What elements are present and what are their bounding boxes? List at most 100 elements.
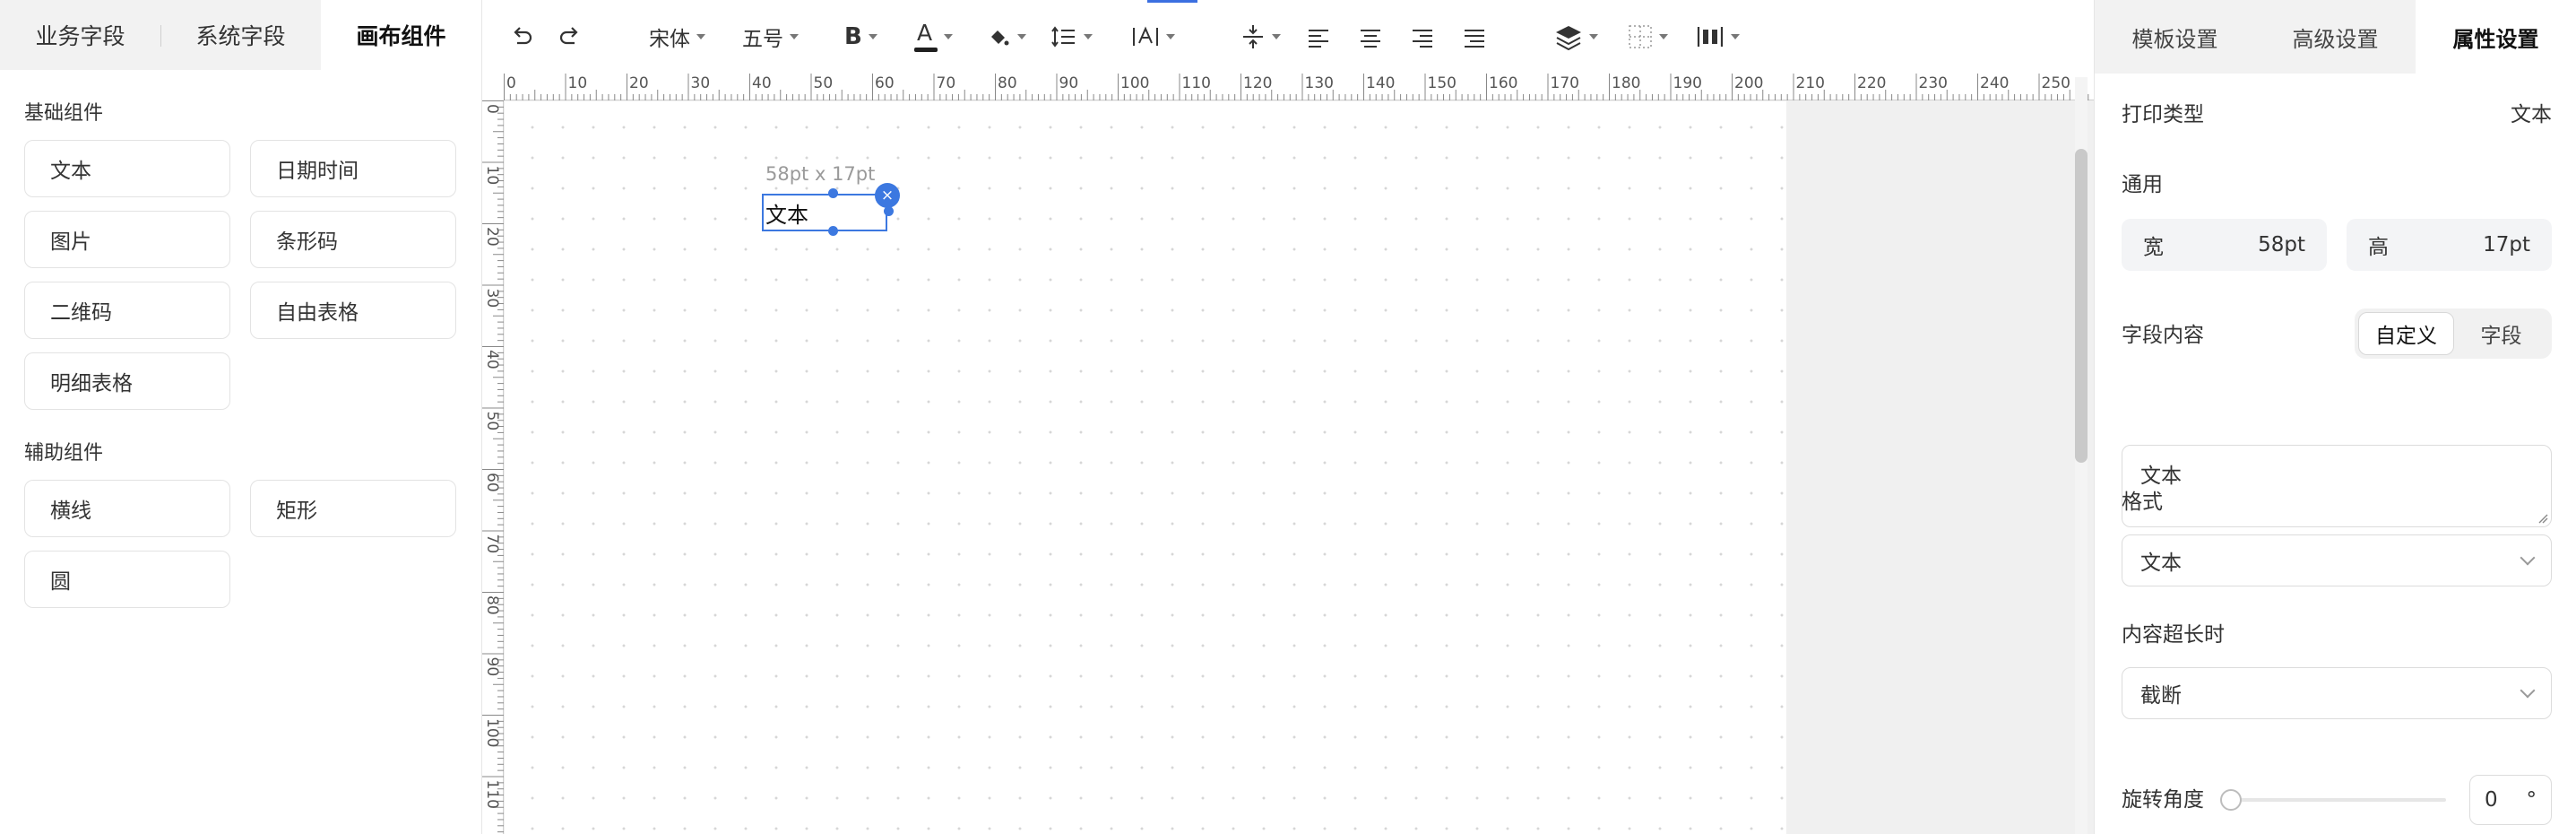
ruler-top-label: 70 xyxy=(937,74,956,92)
rotation-slider-handle[interactable] xyxy=(2220,789,2242,811)
component-rect-button[interactable]: 矩形 xyxy=(250,480,456,537)
ruler-left-label: 90 xyxy=(483,657,501,677)
ruler-top-label: 40 xyxy=(752,74,772,92)
align-right-button[interactable] xyxy=(1411,21,1434,56)
resize-handle-bottom[interactable] xyxy=(828,226,838,236)
font-size-select[interactable]: 五号 xyxy=(742,19,799,55)
ruler-top-label: 50 xyxy=(814,74,834,92)
align-center-icon xyxy=(1361,30,1380,48)
ruler-left-label: 60 xyxy=(483,473,501,492)
component-datetime-button[interactable]: 日期时间 xyxy=(250,140,456,197)
ruler-top-label: 190 xyxy=(1673,74,1702,92)
rotation-slider-track[interactable] xyxy=(2231,798,2446,802)
redo-button[interactable] xyxy=(558,19,583,55)
canvas-scrollbar[interactable] xyxy=(2075,77,2088,834)
font-color-icon: A xyxy=(914,20,938,52)
content-mode-toggle: 自定义 字段 xyxy=(2355,308,2552,359)
element-size-label: 58pt x 17pt xyxy=(765,163,876,185)
component-image-button[interactable]: 图片 xyxy=(24,211,230,268)
paint-bucket-icon xyxy=(991,30,1009,46)
chevron-down-icon xyxy=(1084,34,1093,39)
distribute-button[interactable] xyxy=(1696,19,1740,55)
component-barcode-button[interactable]: 条形码 xyxy=(250,211,456,268)
component-line-button[interactable]: 横线 xyxy=(24,480,230,537)
font-size-value: 五号 xyxy=(742,28,783,51)
ruler-top-label: 170 xyxy=(1551,74,1579,92)
bold-button[interactable]: B xyxy=(844,19,877,55)
ruler-top-label: 210 xyxy=(1796,74,1825,92)
height-label: 高 xyxy=(2368,236,2389,259)
overflow-select[interactable]: 截断 xyxy=(2122,667,2552,719)
align-left-button[interactable] xyxy=(1307,21,1330,56)
ruler-left-label: 30 xyxy=(483,289,501,308)
component-circle-button[interactable]: 圆 xyxy=(24,551,230,608)
distribute-icon xyxy=(1697,27,1724,47)
align-center-button[interactable] xyxy=(1359,21,1382,56)
ruler-top-label: 110 xyxy=(1182,74,1211,92)
ruler-top: 0 10 20 30 40 50 60 70 80 90 100 110 120 130 140 150 160… xyxy=(504,74,2094,100)
ruler-top-label: 180 xyxy=(1612,74,1640,92)
undo-icon xyxy=(514,27,532,45)
format-label: 格式 xyxy=(2122,491,2163,514)
ruler-top-label: 200 xyxy=(1734,74,1763,92)
ruler-left-scale: 0 10 20 30 40 50 60 70 80 90 100 110 xyxy=(482,100,504,833)
ruler-top-scale: 0 10 20 30 40 50 60 70 80 90 100 110 120 130 140 150 160… xyxy=(504,74,2089,100)
height-field[interactable]: 高 17pt xyxy=(2347,219,2552,271)
fill-color-button[interactable] xyxy=(986,19,1026,55)
canvas-text-element[interactable]: 文本 xyxy=(762,194,887,231)
ruler-left-label: 100 xyxy=(483,718,501,747)
layer-button[interactable] xyxy=(1554,19,1598,55)
ruler-top-label: 240 xyxy=(1980,74,2009,92)
tab-business-fields[interactable]: 业务字段 xyxy=(0,0,160,70)
vertical-align-button[interactable] xyxy=(1240,19,1281,55)
rotation-input[interactable]: 0 ° xyxy=(2469,775,2552,825)
border-button[interactable] xyxy=(1628,19,1668,55)
ruler-top-label: 230 xyxy=(1919,74,1948,92)
component-free-table-button[interactable]: 自由表格 xyxy=(250,282,456,339)
ruler-top-label: 250 xyxy=(2042,74,2070,92)
format-select[interactable]: 文本 xyxy=(2122,534,2552,586)
component-text-button[interactable]: 文本 xyxy=(24,140,230,197)
rotation-label: 旋转角度 xyxy=(2122,788,2204,812)
tab-canvas-components[interactable]: 画布组件 xyxy=(321,0,481,70)
undo-button[interactable] xyxy=(509,19,534,55)
width-field[interactable]: 宽 58pt xyxy=(2122,219,2327,271)
letter-spacing-button[interactable] xyxy=(1131,19,1175,55)
height-value: 17pt xyxy=(2483,233,2530,256)
ruler-left-label: 80 xyxy=(483,595,501,615)
tab-property-settings[interactable]: 属性设置 xyxy=(2416,0,2576,74)
font-color-button[interactable]: A xyxy=(914,19,953,55)
chevron-down-icon xyxy=(1166,34,1175,39)
align-justify-icon xyxy=(1465,30,1484,48)
component-detail-table-button[interactable]: 明细表格 xyxy=(24,352,230,410)
tab-advanced-settings[interactable]: 高级设置 xyxy=(2255,0,2416,74)
content-mode-custom[interactable]: 自定义 xyxy=(2358,312,2454,355)
resize-handle-top[interactable] xyxy=(828,188,838,198)
tab-system-fields[interactable]: 系统字段 xyxy=(160,0,321,70)
ruler-left-label: 110 xyxy=(483,780,501,809)
aux-components-title: 辅助组件 xyxy=(24,442,104,465)
content-mode-field[interactable]: 字段 xyxy=(2454,312,2548,355)
format-select-value: 文本 xyxy=(2140,552,2182,575)
element-delete-button[interactable]: × xyxy=(875,183,900,208)
align-left-icon xyxy=(1309,30,1328,48)
align-right-icon xyxy=(1413,30,1432,48)
ruler-left-label: 50 xyxy=(483,412,501,431)
field-content-label: 字段内容 xyxy=(2122,324,2204,347)
font-family-value: 宋体 xyxy=(649,28,690,51)
font-family-select[interactable]: 宋体 xyxy=(649,19,705,55)
vertical-center-icon xyxy=(1243,25,1263,48)
bold-icon: B xyxy=(844,23,862,50)
overflow-select-value: 截断 xyxy=(2140,684,2182,708)
tab-template-settings[interactable]: 模板设置 xyxy=(2095,0,2255,74)
canvas-paper[interactable] xyxy=(505,101,1786,834)
print-type-row: 打印类型 文本 xyxy=(2122,97,2552,129)
component-qrcode-button[interactable]: 二维码 xyxy=(24,282,230,339)
ruler-top-label: 130 xyxy=(1305,74,1334,92)
chevron-down-icon xyxy=(1017,34,1026,39)
letter-spacing-icon xyxy=(1133,26,1158,46)
canvas-scroll-thumb[interactable] xyxy=(2075,149,2088,463)
align-justify-button[interactable] xyxy=(1463,21,1486,56)
line-height-button[interactable] xyxy=(1050,19,1093,55)
ruler-top-label: 20 xyxy=(629,74,649,92)
